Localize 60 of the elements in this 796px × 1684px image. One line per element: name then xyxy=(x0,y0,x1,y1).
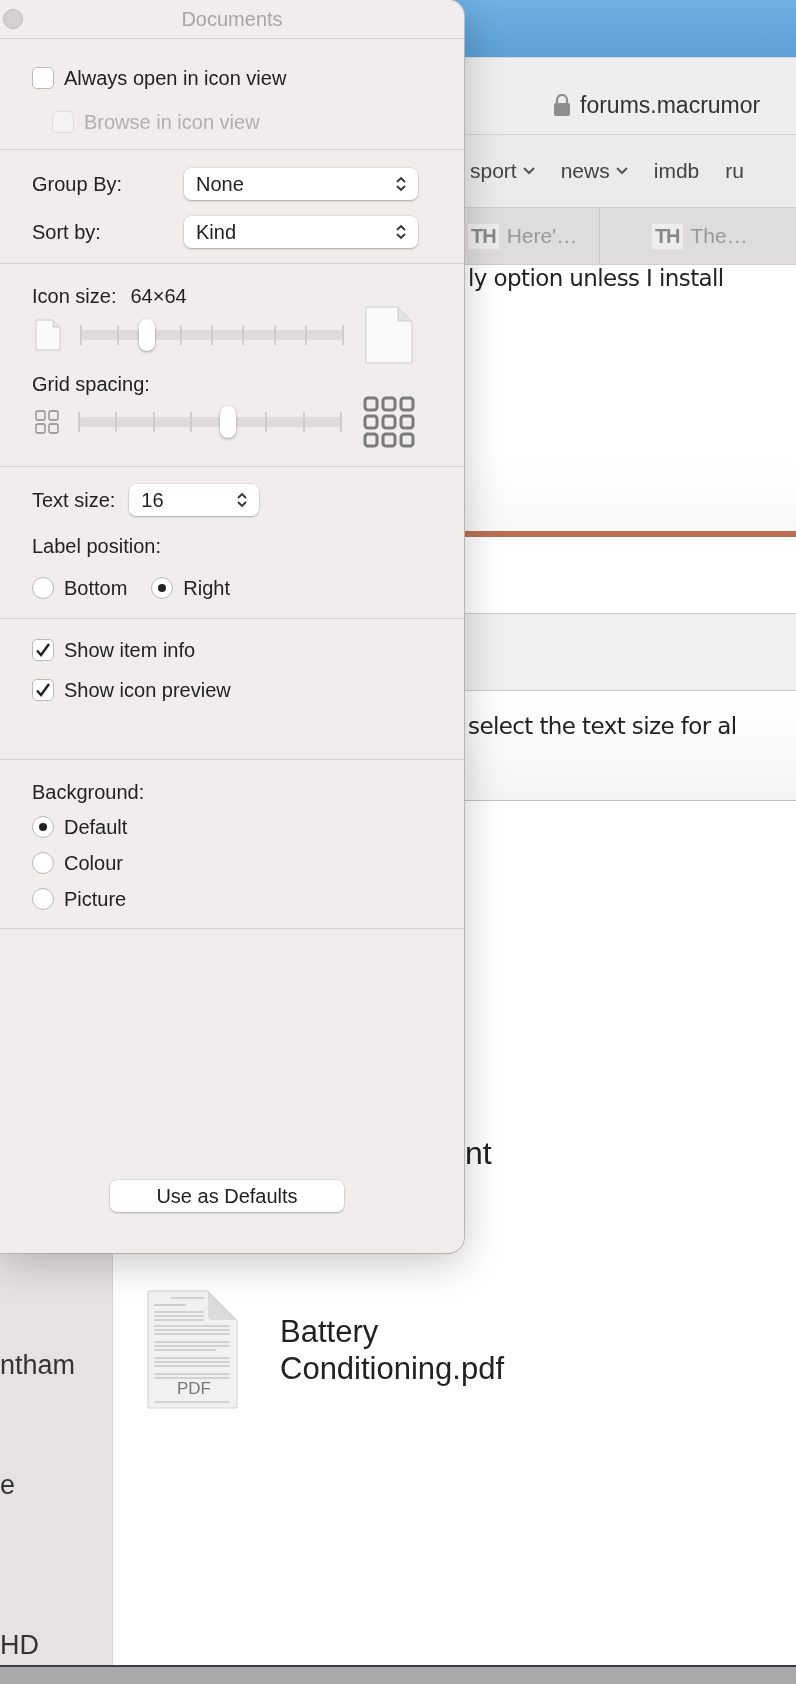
slider-track[interactable] xyxy=(79,405,341,439)
post-text: ly option unless I install xyxy=(468,265,724,291)
bookmark-item[interactable]: news xyxy=(560,159,628,183)
popup-menu[interactable]: 16 xyxy=(129,484,260,516)
favicon: TH xyxy=(651,223,683,249)
field-label: Grid spacing: xyxy=(32,372,150,396)
field-label: Label position: xyxy=(32,534,161,558)
post-text: select the text size for al xyxy=(468,713,737,739)
radio-label: Right xyxy=(183,576,231,600)
radio-button[interactable] xyxy=(32,852,54,874)
lock-icon xyxy=(554,94,570,116)
bookmark-item[interactable]: ru xyxy=(725,159,744,183)
slider-track[interactable] xyxy=(81,318,343,352)
checkbox-label: Always open in icon view xyxy=(64,66,287,90)
sidebar-item[interactable]: ntham xyxy=(0,1350,76,1381)
sidebar-item[interactable]: HD xyxy=(0,1630,39,1661)
bookmark-item[interactable]: sport xyxy=(470,159,535,183)
radio-button[interactable] xyxy=(32,577,54,599)
field-label: Sort by: xyxy=(32,220,102,244)
up-down-chevron-icon xyxy=(396,224,406,240)
checkbox[interactable] xyxy=(32,679,54,701)
small-grid-icon xyxy=(35,410,59,434)
field-label: Group By: xyxy=(32,172,124,196)
field-label: Text size: xyxy=(32,488,116,512)
up-down-chevron-icon xyxy=(237,492,248,508)
file-name[interactable]: Battery Conditioning.pdf xyxy=(280,1313,540,1387)
checkbox-label: Show item info xyxy=(64,638,196,662)
slider-thumb[interactable] xyxy=(138,319,155,351)
favicon: TH xyxy=(468,223,499,249)
checkbox[interactable] xyxy=(32,639,54,661)
radio-label: Colour xyxy=(64,851,123,875)
slider-thumb[interactable] xyxy=(220,406,237,438)
checkbox-label: Browse in icon view xyxy=(84,110,260,134)
field-label: Icon size: xyxy=(32,284,117,308)
radio-label: Bottom xyxy=(64,576,128,600)
small-document-icon xyxy=(35,319,61,351)
field-label: Background: xyxy=(32,780,145,804)
radio-button[interactable] xyxy=(32,816,54,838)
close-button[interactable] xyxy=(3,9,23,29)
large-grid-icon xyxy=(363,396,415,448)
file-name[interactable]: nt xyxy=(465,1135,492,1172)
address-text[interactable]: forums.macrumor xyxy=(580,91,761,119)
chevron-down-icon xyxy=(522,167,535,175)
bookmark-item[interactable]: imdb xyxy=(653,159,700,183)
popup-menu[interactable]: None xyxy=(184,168,418,200)
radio-label: Picture xyxy=(64,887,127,911)
up-down-chevron-icon xyxy=(396,176,406,192)
sidebar-item[interactable]: e xyxy=(0,1470,16,1501)
checkbox-label: Show icon preview xyxy=(64,678,231,702)
radio-button[interactable] xyxy=(151,577,174,599)
popup-menu[interactable]: Kind xyxy=(184,216,418,248)
window-title: Documents xyxy=(181,7,283,31)
radio-label: Default xyxy=(64,815,128,839)
use-as-defaults-button[interactable]: Use as Defaults xyxy=(110,1180,344,1212)
checkbox[interactable] xyxy=(32,67,54,89)
chevron-down-icon xyxy=(615,167,628,175)
pdf-thumbnail[interactable]: PDF xyxy=(146,1290,238,1410)
radio-button[interactable] xyxy=(32,888,54,910)
icon-size-value: 64×64 xyxy=(130,284,187,308)
large-document-icon xyxy=(365,306,413,364)
